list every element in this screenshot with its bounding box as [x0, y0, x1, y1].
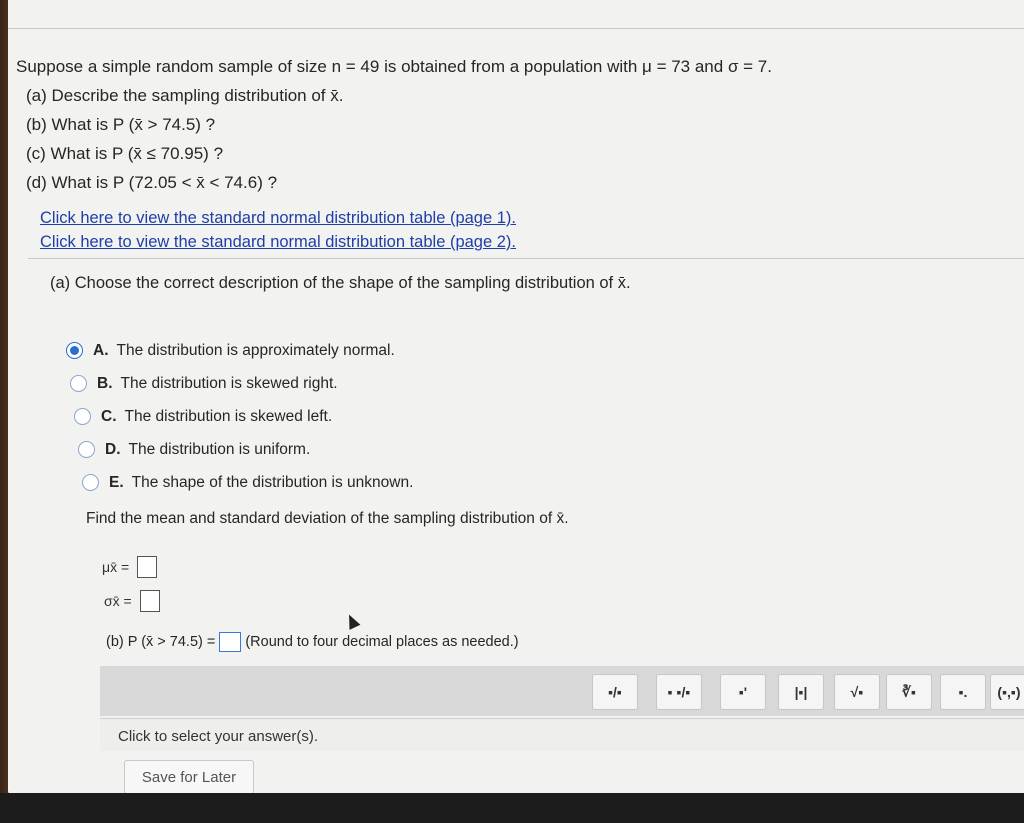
normal-table-link-page-2[interactable]: Click here to view the standard normal d… [40, 230, 516, 254]
option-letter: B. [97, 374, 113, 392]
radio-icon[interactable] [70, 375, 87, 392]
question-part-b: (b) What is P (x̄ > 74.5) ? [26, 115, 216, 134]
divider [8, 28, 1024, 29]
option-letter: E. [109, 473, 124, 491]
question-intro: Suppose a simple random sample of size n… [16, 57, 772, 76]
option-text: The distribution is approximately normal… [116, 341, 395, 359]
divider [28, 258, 1024, 259]
question-part-d: (d) What is P (72.05 < x̄ < 74.6) ? [26, 173, 278, 192]
option-text: The distribution is skewed left. [124, 407, 333, 425]
option-text: The distribution is skewed right. [120, 374, 338, 392]
option-e[interactable]: E. The shape of the distribution is unkn… [82, 466, 413, 499]
square-root-icon[interactable]: √▪ [834, 674, 880, 710]
fraction-icon[interactable]: ▪/▪ [592, 674, 638, 710]
option-a[interactable]: A. The distribution is approximately nor… [66, 334, 413, 367]
part-b-row: (b) P (x̄ > 74.5) = (Round to four decim… [106, 632, 519, 652]
monitor-bezel-bottom [0, 793, 1024, 823]
part-b-label: (b) P (x̄ > 74.5) = [106, 634, 216, 650]
option-text: The shape of the distribution is unknown… [131, 473, 414, 491]
sd-row: σx̄ = [104, 590, 160, 612]
status-text: Click to select your answer(s). [118, 728, 319, 745]
screen: Suppose a simple random sample of size n… [8, 0, 1024, 795]
find-prompt: Find the mean and standard deviation of … [86, 510, 569, 527]
part-a-prompt: (a) Choose the correct description of th… [50, 274, 631, 292]
interval-icon[interactable]: (▪,▪) [990, 674, 1024, 710]
radio-selected-icon[interactable] [66, 342, 83, 359]
superscript-icon[interactable]: ▪' [720, 674, 766, 710]
option-d[interactable]: D. The distribution is uniform. [78, 433, 413, 466]
mouse-pointer-icon [343, 612, 361, 630]
part-b-hint: (Round to four decimal places as needed.… [245, 634, 519, 650]
nth-root-icon[interactable]: ∛▪ [886, 674, 932, 710]
mixed-number-icon[interactable]: ▪ ▪/▪ [656, 674, 702, 710]
shape-options: A. The distribution is approximately nor… [66, 334, 413, 499]
question-text: Suppose a simple random sample of size n… [16, 52, 772, 197]
option-c[interactable]: C. The distribution is skewed left. [74, 400, 413, 433]
radio-icon[interactable] [82, 474, 99, 491]
math-toolbar: ▪/▪ ▪ ▪/▪ ▪' |▪| √▪ ∛▪ ▪. (▪,▪) [100, 666, 1024, 716]
table-links: Click here to view the standard normal d… [40, 206, 516, 254]
mean-row: μx̄ = [102, 556, 158, 578]
mean-answer-input[interactable] [137, 556, 158, 578]
save-for-later-button[interactable]: Save for Later [124, 760, 254, 794]
option-letter: C. [101, 407, 117, 425]
question-part-a: (a) Describe the sampling distribution o… [26, 86, 344, 105]
absolute-value-icon[interactable]: |▪| [778, 674, 824, 710]
sd-answer-input[interactable] [139, 590, 160, 612]
status-bar: Click to select your answer(s). [100, 718, 1024, 751]
part-b-answer-input[interactable] [219, 632, 242, 652]
decimal-icon[interactable]: ▪. [940, 674, 986, 710]
normal-table-link-page-1[interactable]: Click here to view the standard normal d… [40, 206, 516, 230]
option-b[interactable]: B. The distribution is skewed right. [70, 367, 413, 400]
radio-icon[interactable] [74, 408, 91, 425]
option-text: The distribution is uniform. [128, 440, 311, 458]
radio-icon[interactable] [78, 441, 95, 458]
question-part-c: (c) What is P (x̄ ≤ 70.95) ? [26, 144, 224, 163]
option-letter: D. [105, 440, 121, 458]
option-letter: A. [93, 341, 109, 359]
sd-label: σx̄ = [104, 593, 132, 609]
mean-label: μx̄ = [102, 559, 130, 575]
